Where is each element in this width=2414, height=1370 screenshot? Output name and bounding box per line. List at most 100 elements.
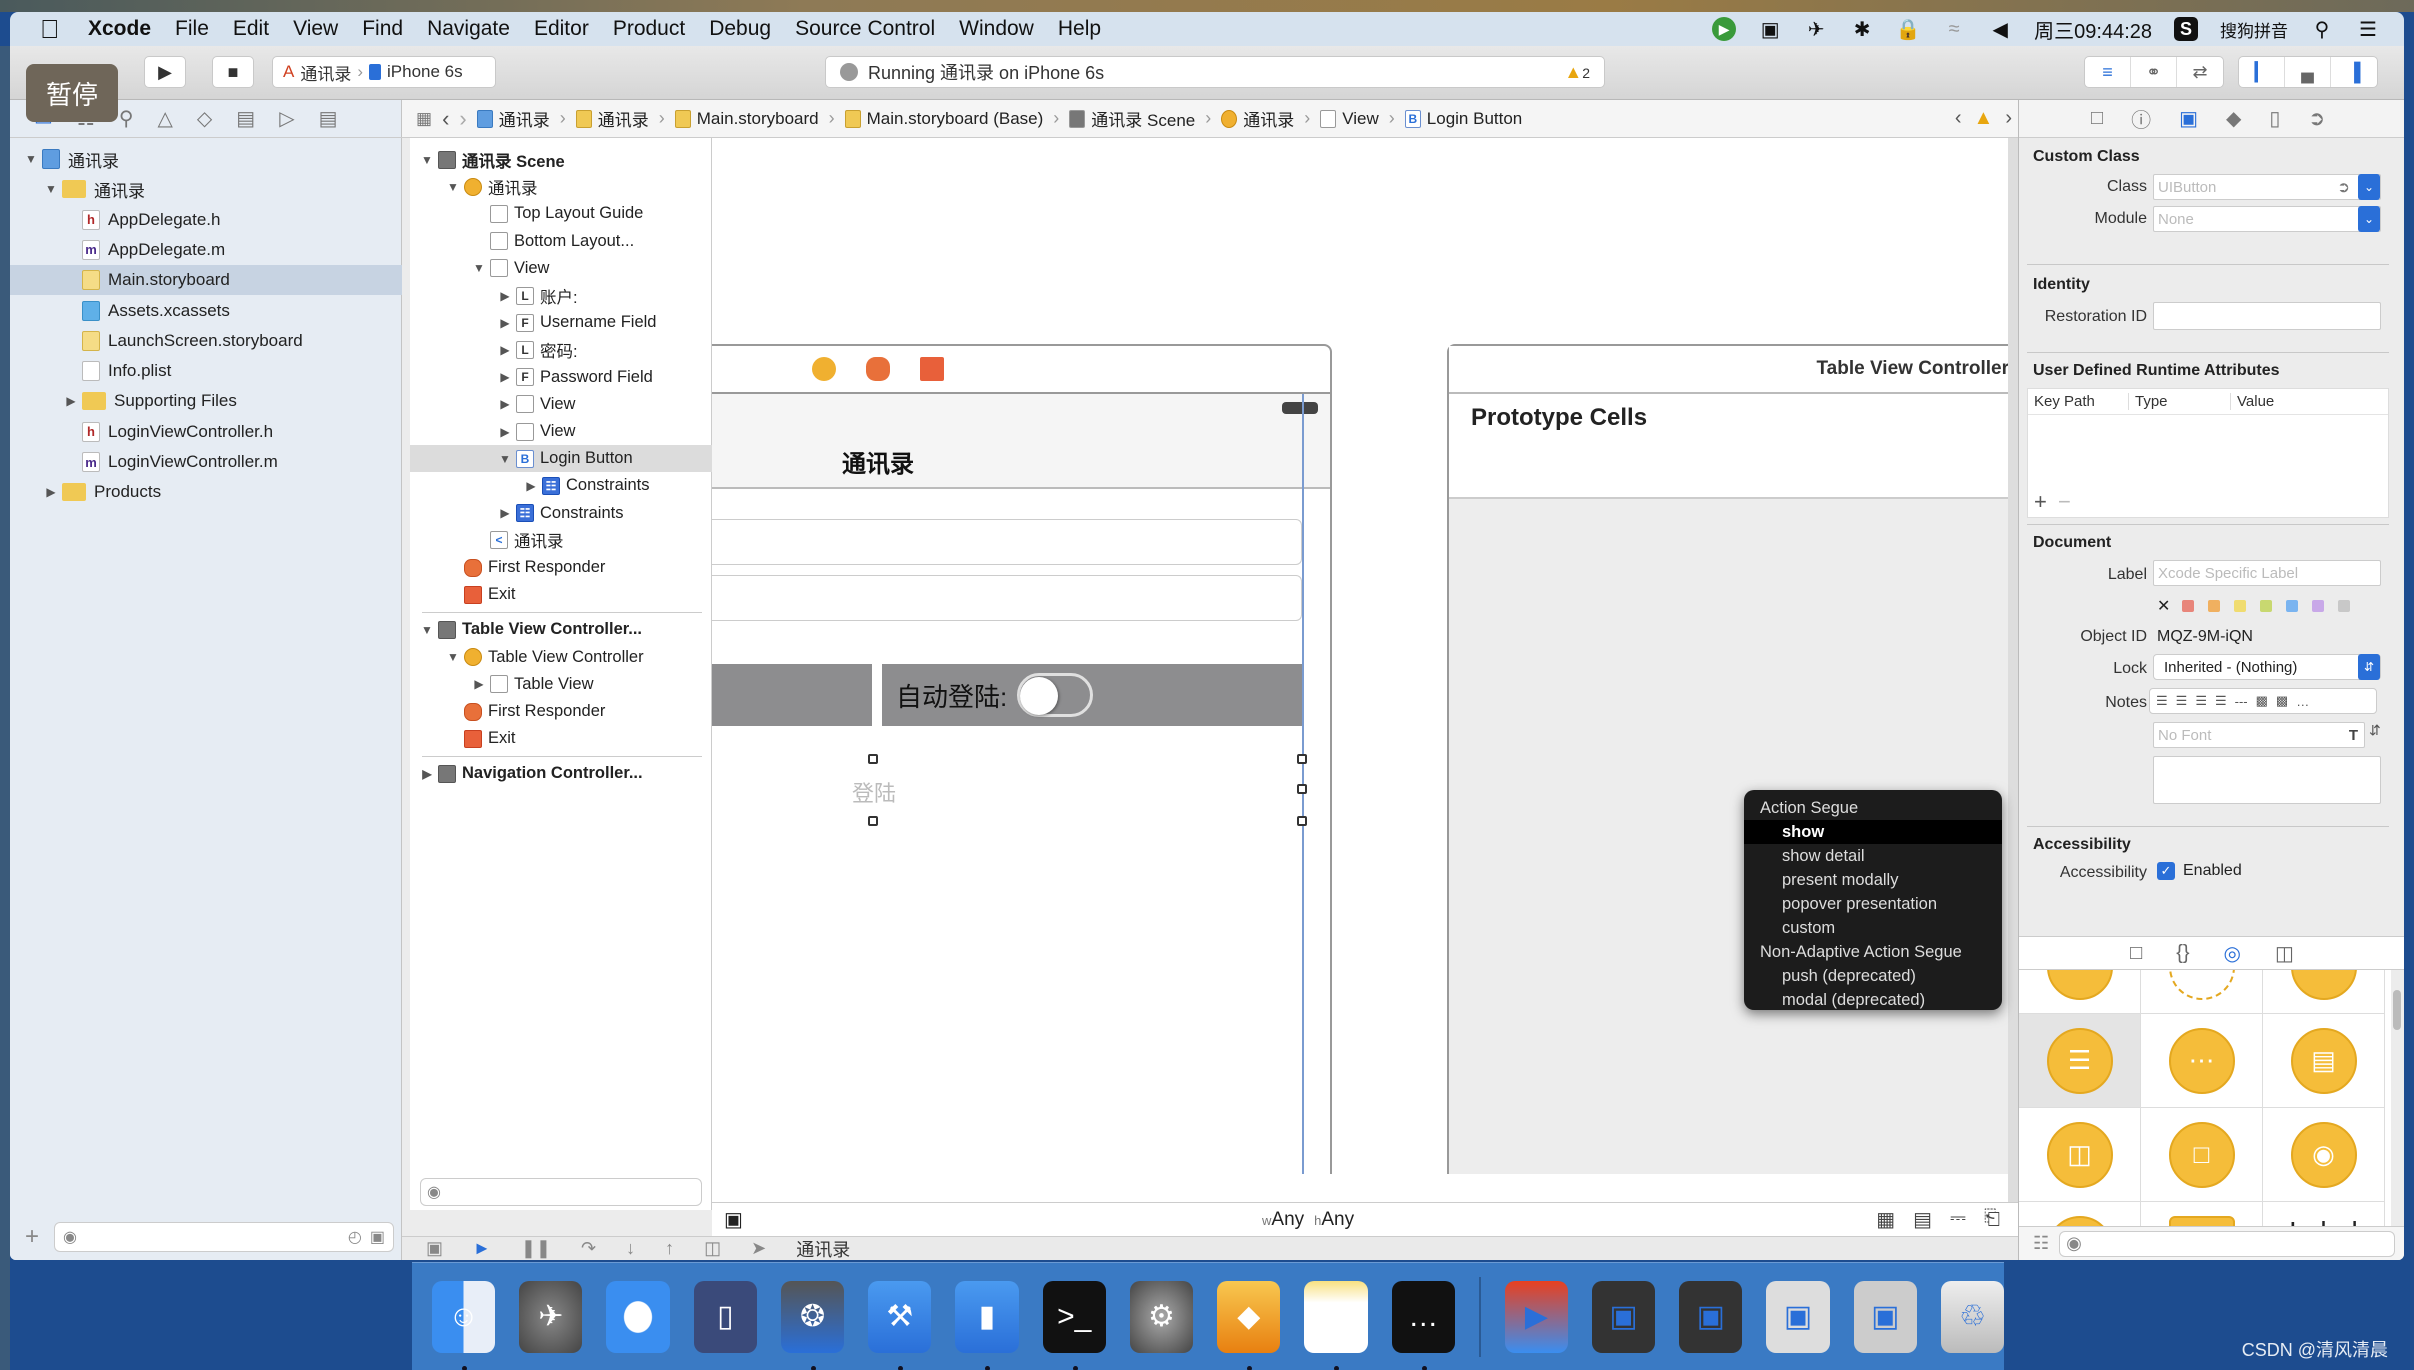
safari-icon[interactable]: ☉ <box>606 1280 670 1353</box>
warning-badge[interactable]: ▲2 <box>1564 62 1590 83</box>
outline-item[interactable]: Exit <box>410 581 712 608</box>
simulator-icon[interactable]: ▮ <box>955 1280 1019 1370</box>
outline-item[interactable]: Exit <box>410 725 712 752</box>
remove-attribute-button[interactable]: − <box>2058 489 2071 515</box>
navigator-toggle-icon[interactable]: ▎ <box>2239 57 2285 87</box>
class-dropdown-button[interactable]: ⌄ <box>2358 174 2380 200</box>
menu-window[interactable]: Window <box>959 17 1034 41</box>
launchpad-icon[interactable]: ✈ <box>519 1280 583 1353</box>
bluetooth-icon[interactable]: ✱ <box>1850 17 1874 41</box>
menu-source-control[interactable]: Source Control <box>795 17 935 41</box>
file-tree-item[interactable]: Assets.xcassets <box>10 296 402 326</box>
quick-help-icon[interactable]: ⓘ <box>2131 104 2151 133</box>
label-color-swatch[interactable] <box>2338 600 2351 612</box>
sogou-icon[interactable]: S <box>2174 17 2198 41</box>
outline-item[interactable]: ▼ Table View Controller <box>410 644 712 671</box>
library-item[interactable] <box>2019 970 2141 1014</box>
outline-item[interactable]: Top Layout Guide <box>410 200 712 227</box>
file-tree-item[interactable]: ▶ Products <box>10 477 402 507</box>
justify-icon[interactable]: ☰ <box>2215 693 2227 709</box>
outline-item[interactable]: Bottom Layout... <box>410 228 712 255</box>
breakpoints-toggle-icon[interactable]: ► <box>473 1238 491 1259</box>
library-item-page-view-controller[interactable]: □ <box>2141 1108 2263 1202</box>
outline-item[interactable]: ▶ View <box>410 418 712 445</box>
menu-item-present-modally[interactable]: present modally <box>1744 868 2002 892</box>
menu-item-popover-presentation[interactable]: popover presentation <box>1744 892 2002 916</box>
font-picker-icon[interactable]: T <box>2349 727 2358 744</box>
go-to-class-icon[interactable]: ➲ <box>2337 178 2350 196</box>
resolve-issues-icon[interactable]: ⎗ <box>1984 1207 2000 1232</box>
disclosure-closed-icon[interactable]: ▶ <box>524 479 538 493</box>
menu-debug[interactable]: Debug <box>709 17 771 41</box>
label-color-swatch[interactable] <box>2234 600 2247 612</box>
menu-item-custom[interactable]: custom <box>1744 916 2002 940</box>
crumb-view-controller[interactable]: 通讯录 <box>1221 106 1294 131</box>
notes-icon[interactable]: ≡ <box>1304 1280 1368 1370</box>
sketch-icon[interactable]: ◆ <box>1217 1280 1281 1370</box>
class-field[interactable]: UIButton ➲ ⌄ <box>2153 174 2381 200</box>
crumb-project[interactable]: 通讯录 <box>476 106 550 131</box>
label-color-swatch[interactable] <box>2182 600 2195 612</box>
disclosure-closed-icon[interactable]: ▶ <box>498 343 512 357</box>
lock-select[interactable]: Inherited - (Nothing) ⇵ <box>2153 654 2381 680</box>
prototype-cells-area[interactable]: Prototype Cells <box>1449 394 2018 499</box>
library-item-label[interactable]: Label <box>2263 1202 2385 1226</box>
auto-login-switch[interactable] <box>1017 673 1094 717</box>
disclosure-closed-icon[interactable]: ▶ <box>64 394 78 408</box>
toggle-outline-icon[interactable]: ▣ <box>724 1207 743 1232</box>
utilities-toggle-icon[interactable]: ▐ <box>2331 57 2377 87</box>
outline-item[interactable]: ▼ 通讯录 Scene <box>410 146 712 173</box>
debug-view-hierarchy-icon[interactable]: ◫ <box>704 1238 721 1259</box>
lock-icon[interactable]: 🔒 <box>1896 17 1921 41</box>
terminal-icon[interactable]: >_ <box>1042 1280 1106 1370</box>
identity-inspector-icon[interactable]: ▣ <box>2179 106 2198 131</box>
disclosure-open-icon[interactable]: ▼ <box>446 650 460 664</box>
menu-product[interactable]: Product <box>613 17 685 41</box>
menu-find[interactable]: Find <box>362 17 403 41</box>
version-editor-icon[interactable]: ⇄ <box>2177 57 2223 87</box>
menu-item-show[interactable]: show <box>1744 820 2002 844</box>
xcode-icon[interactable]: ⚒ <box>868 1280 932 1370</box>
library-item-av-player-view-controller[interactable]: ▶ <box>2019 1202 2141 1226</box>
step-over-icon[interactable]: ↷ <box>581 1238 596 1259</box>
restoration-id-field[interactable] <box>2153 302 2381 330</box>
next-issue-icon[interactable]: › <box>2005 107 2012 130</box>
finder-icon[interactable]: ☺ <box>432 1280 496 1370</box>
auto-login-container-view[interactable]: 自动登陆: <box>882 664 1302 726</box>
background-color-icon[interactable]: ▩ <box>2276 693 2288 709</box>
align-right-icon[interactable]: ☰ <box>2195 693 2207 709</box>
console-icon[interactable]: … <box>1391 1280 1455 1370</box>
file-tree-item[interactable]: ▼ 通讯录 <box>10 144 402 174</box>
accessibility-enabled-checkbox[interactable]: ✓ Enabled <box>2157 862 2242 880</box>
library-filter-input[interactable]: ◉ <box>2059 1230 2395 1257</box>
left-container-view[interactable] <box>712 664 872 726</box>
disclosure-open-icon[interactable]: ▼ <box>472 261 486 275</box>
library-item[interactable] <box>2263 970 2385 1014</box>
disclosure-open-icon[interactable]: ▼ <box>420 153 434 167</box>
run-button[interactable]: ▶ <box>144 56 186 88</box>
storyboard-canvas[interactable]: 通讯录 自动登陆: 登陆 Table View Controller Proto… <box>712 138 2018 1202</box>
size-class-control[interactable]: wAny hAny <box>1262 1209 1354 1231</box>
label-color-swatch[interactable] <box>2260 600 2273 612</box>
report-navigator-icon[interactable]: ▤ <box>319 106 338 131</box>
runtime-attributes-table[interactable]: Key Path Type Value + − <box>2027 388 2389 518</box>
crumb-group[interactable]: 通讯录 <box>575 106 649 131</box>
disclosure-open-icon[interactable]: ▼ <box>44 182 58 196</box>
menu-navigate[interactable]: Navigate <box>427 17 510 41</box>
outline-item[interactable]: < 通讯录 <box>410 527 712 554</box>
disclosure-closed-icon[interactable]: ▶ <box>498 397 512 411</box>
activity-viewer[interactable]: Running 通讯录 on iPhone 6s ▲2 <box>825 56 1605 88</box>
xcode-label-field[interactable]: Xcode Specific Label <box>2153 560 2381 586</box>
media-library-icon[interactable]: ◫ <box>2275 941 2294 966</box>
system-preferences-icon[interactable]: ⚙ <box>1129 1280 1194 1353</box>
outline-item[interactable]: ▶ Navigation Controller... <box>410 760 712 787</box>
minimized-window-icon[interactable]: ▣ <box>1853 1280 1917 1353</box>
disclosure-closed-icon[interactable]: ▶ <box>420 767 434 781</box>
notification-center-icon[interactable]: ☰ <box>2356 17 2380 41</box>
standard-editor-icon[interactable]: ≡ <box>2085 57 2131 87</box>
connections-inspector-icon[interactable]: ➲ <box>2308 106 2325 131</box>
text-color-icon[interactable]: ▩ <box>2256 693 2268 709</box>
spotlight-search-icon[interactable]: ⚲ <box>2310 17 2334 41</box>
assistant-editor-icon[interactable]: ⚭ <box>2131 57 2177 87</box>
library-item-table-view-controller[interactable]: ☰ <box>2019 1014 2141 1108</box>
